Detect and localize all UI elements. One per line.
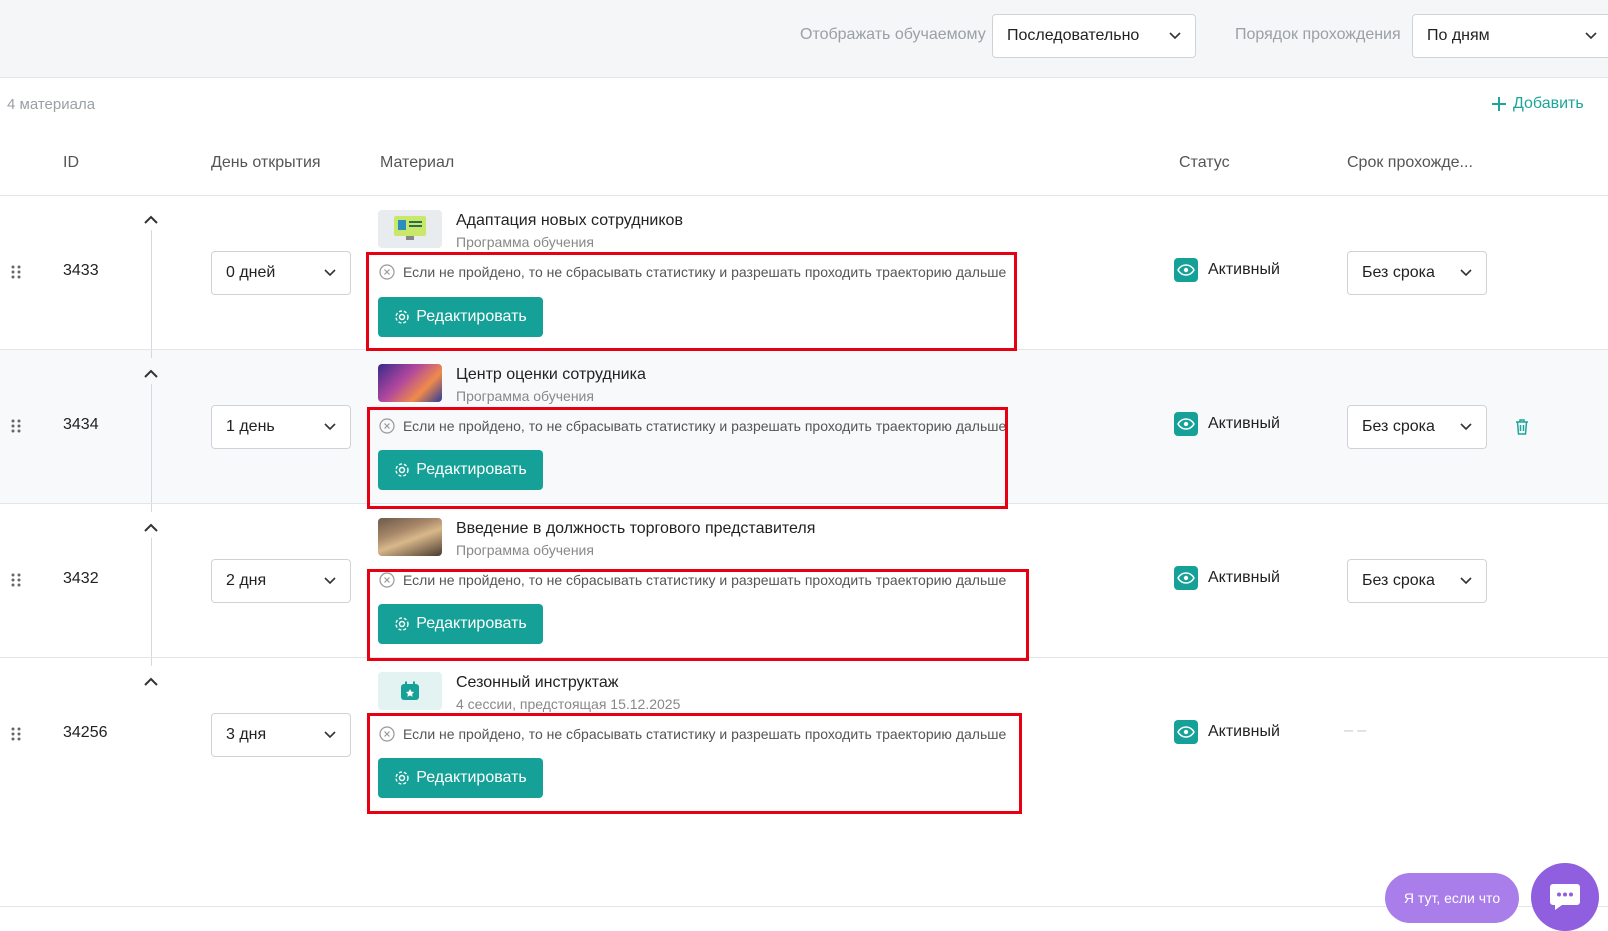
- chat-bubble-icon: [1550, 884, 1580, 910]
- move-up-button[interactable]: [142, 518, 160, 536]
- eye-icon: [1174, 258, 1198, 282]
- open-day-select[interactable]: 3 дня: [211, 713, 351, 757]
- status-badge: Активный: [1174, 258, 1280, 282]
- open-day-select[interactable]: 1 день: [211, 405, 351, 449]
- display-mode-label: Отображать обучаемому: [800, 26, 986, 43]
- chevron-up-icon: [144, 677, 158, 686]
- material-sessions: 4 сессии, предстоящая 15.12.2025: [456, 696, 681, 712]
- status-badge: Активный: [1174, 720, 1280, 744]
- deadline-select[interactable]: Без срока: [1347, 251, 1487, 295]
- highlight-box: [366, 252, 1017, 351]
- deadline-select[interactable]: Без срока: [1347, 405, 1487, 449]
- drag-handle-icon[interactable]: [11, 265, 21, 279]
- highlight-box: [367, 569, 1029, 661]
- deadline-value: Без срока: [1362, 572, 1435, 589]
- chat-button[interactable]: [1531, 863, 1599, 931]
- deadline-select[interactable]: Без срока: [1347, 559, 1487, 603]
- move-up-button[interactable]: [142, 672, 160, 690]
- eye-icon: [1174, 720, 1198, 744]
- drag-handle-icon[interactable]: [11, 419, 21, 433]
- deadline-empty: – –: [1344, 722, 1367, 739]
- highlight-box: [367, 407, 1008, 509]
- order-label: Порядок прохождения: [1235, 26, 1401, 43]
- status-text: Активный: [1208, 569, 1280, 586]
- chevron-down-icon: [1460, 267, 1472, 279]
- materials-count: 4 материала: [7, 96, 96, 113]
- chevron-down-icon: [1460, 421, 1472, 433]
- material-thumbnail: [378, 210, 442, 248]
- status-badge: Активный: [1174, 412, 1280, 436]
- highlight-box: [367, 713, 1022, 814]
- chevron-up-icon: [144, 369, 158, 378]
- chat-prompt[interactable]: Я тут, если что: [1385, 873, 1519, 923]
- row-id: 3434: [63, 416, 99, 433]
- chevron-down-icon: [324, 421, 336, 433]
- open-day-value: 3 дня: [226, 726, 267, 743]
- timeline-line: [151, 538, 152, 657]
- add-label: Добавить: [1513, 95, 1584, 112]
- chevron-down-icon: [1585, 30, 1597, 42]
- open-day-select[interactable]: 0 дней: [211, 251, 351, 295]
- status-text: Активный: [1208, 415, 1280, 432]
- row-id: 34256: [63, 724, 108, 741]
- status-text: Активный: [1208, 261, 1280, 278]
- deadline-value: Без срока: [1362, 418, 1435, 435]
- order-value: По дням: [1427, 27, 1490, 44]
- footer-divider: [0, 906, 1608, 907]
- timeline-line: [151, 504, 152, 512]
- timeline-line: [151, 658, 152, 666]
- column-header-material: Материал: [380, 154, 455, 171]
- open-day-select[interactable]: 2 дня: [211, 559, 351, 603]
- add-material-button[interactable]: Добавить: [1491, 95, 1584, 113]
- eye-icon: [1174, 566, 1198, 590]
- material-thumbnail: [378, 672, 442, 710]
- column-header-status: Статус: [1179, 154, 1230, 171]
- open-day-value: 0 дней: [226, 264, 276, 281]
- status-badge: Активный: [1174, 566, 1280, 590]
- status-text: Активный: [1208, 723, 1280, 740]
- material-title[interactable]: Центр оценки сотрудника: [456, 366, 646, 384]
- material-type: Программа обучения: [456, 234, 594, 250]
- timeline-line: [151, 350, 152, 358]
- plus-icon: [1492, 97, 1506, 111]
- chevron-down-icon: [324, 729, 336, 741]
- material-thumbnail: [378, 364, 442, 402]
- material-title[interactable]: Сезонный инструктаж: [456, 674, 618, 692]
- chevron-down-icon: [324, 267, 336, 279]
- open-day-value: 1 день: [226, 418, 275, 435]
- display-mode-value: Последовательно: [1007, 27, 1140, 44]
- chevron-up-icon: [144, 215, 158, 224]
- trash-icon[interactable]: [1513, 418, 1531, 436]
- eye-icon: [1174, 412, 1198, 436]
- material-thumbnail: [378, 518, 442, 556]
- material-title[interactable]: Введение в должность торгового представи…: [456, 520, 815, 538]
- chevron-down-icon: [1169, 30, 1181, 42]
- column-header-deadline: Срок прохожде...: [1347, 154, 1473, 171]
- column-header-open-day: День открытия: [211, 154, 321, 171]
- chevron-up-icon: [144, 523, 158, 532]
- drag-handle-icon[interactable]: [11, 727, 21, 741]
- toolbar: Отображать обучаемому Последовательно По…: [0, 0, 1608, 78]
- material-type: Программа обучения: [456, 388, 594, 404]
- material-type: Программа обучения: [456, 542, 594, 558]
- open-day-value: 2 дня: [226, 572, 267, 589]
- deadline-value: Без срока: [1362, 264, 1435, 281]
- drag-handle-icon[interactable]: [11, 573, 21, 587]
- move-up-button[interactable]: [142, 210, 160, 228]
- display-mode-select[interactable]: Последовательно: [992, 14, 1196, 58]
- row-id: 3432: [63, 570, 99, 587]
- timeline-line: [151, 384, 152, 503]
- material-title[interactable]: Адаптация новых сотрудников: [456, 212, 683, 230]
- order-select[interactable]: По дням: [1412, 14, 1608, 58]
- column-header-id: ID: [63, 154, 79, 171]
- chevron-down-icon: [324, 575, 336, 587]
- row-id: 3433: [63, 262, 99, 279]
- timeline-line: [151, 230, 152, 349]
- chevron-down-icon: [1460, 575, 1472, 587]
- move-up-button[interactable]: [142, 364, 160, 382]
- calendar-star-icon: [401, 681, 419, 700]
